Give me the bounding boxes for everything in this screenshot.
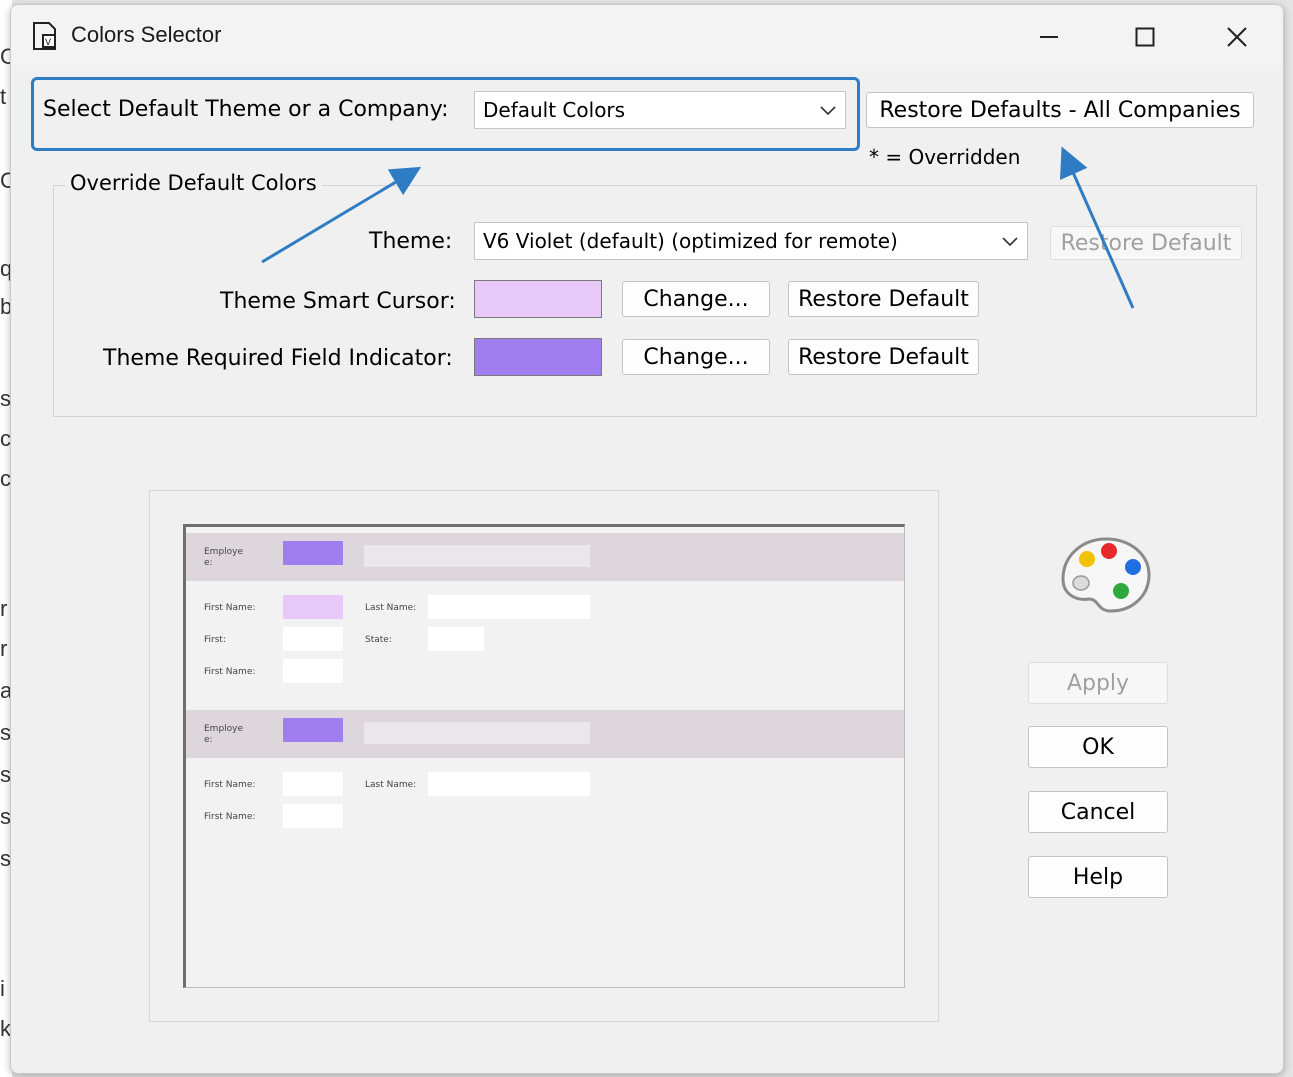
- annotation-arrow-to-company-select: [261, 166, 422, 264]
- annotation-arrows: [261, 146, 1135, 309]
- annotation-arrow-to-restore-all-button: [1059, 146, 1135, 309]
